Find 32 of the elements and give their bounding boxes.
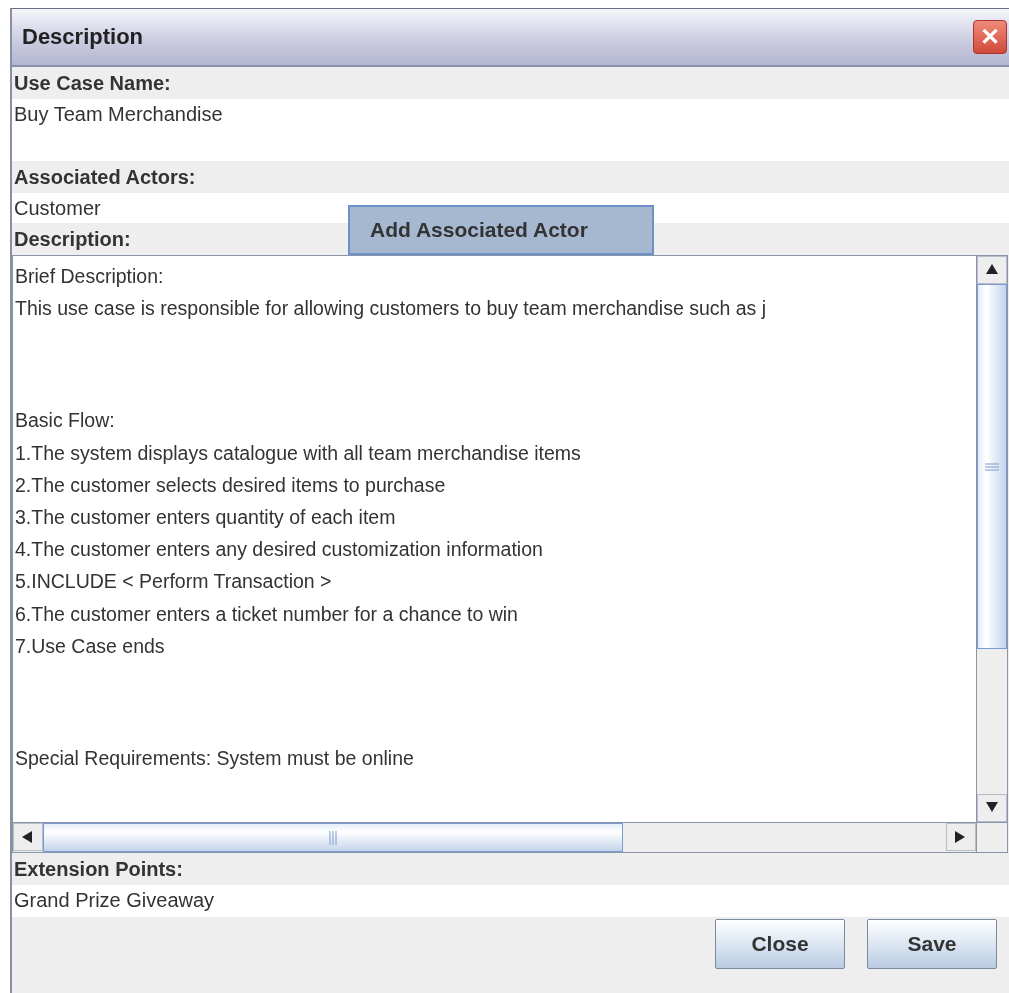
close-button[interactable]: Close — [715, 919, 845, 969]
text-line: 4.The customer enters any desired customization information — [15, 537, 544, 563]
scroll-thumb[interactable] — [43, 823, 623, 852]
left-arrow-icon[interactable] — [22, 831, 34, 843]
text-line: 3.The customer enters quantity of each item — [15, 505, 397, 530]
text-line: This use case is responsible for allowing customers to buy team merchandise such as j — [15, 296, 768, 322]
save-button[interactable]: Save — [867, 919, 997, 969]
grip-icon — [985, 462, 999, 471]
text-line: 5.INCLUDE < Perform Transaction > — [15, 569, 333, 595]
field-label: Extension Points: — [13, 856, 183, 882]
description-text-area[interactable] — [13, 256, 976, 822]
text-line: Special Requirements: System must be online — [15, 746, 415, 772]
text-line: Brief Description: — [15, 264, 165, 289]
text-line: 2.The customer selects desired items to purchase — [15, 472, 447, 498]
text-line: 1.The system displays catalogue with all team merchandise items — [15, 440, 582, 466]
text-line: 7.Use Case ends — [15, 633, 166, 659]
grip-icon — [329, 830, 337, 845]
text-line: 6.The customer enters a ticket number for a chance to win — [15, 601, 519, 627]
horizontal-scrollbar[interactable] — [13, 822, 976, 852]
right-arrow-icon[interactable] — [955, 831, 967, 843]
scroll-thumb[interactable] — [977, 284, 1007, 649]
field-label: Description: — [13, 226, 131, 252]
window-title: Description — [22, 24, 144, 50]
down-arrow-icon[interactable] — [986, 802, 998, 814]
vertical-scrollbar[interactable] — [976, 256, 1007, 822]
up-arrow-icon[interactable] — [986, 264, 998, 276]
field-label: Associated Actors: — [13, 164, 196, 190]
text-line: Basic Flow: — [15, 408, 116, 434]
field-value: Buy Team Merchandise — [12, 99, 1009, 161]
field-label: Use Case Name: — [13, 70, 171, 96]
add-actor-button[interactable]: Add Associated Actor — [348, 205, 654, 255]
field-value: Grand Prize Giveaway — [12, 885, 1009, 917]
